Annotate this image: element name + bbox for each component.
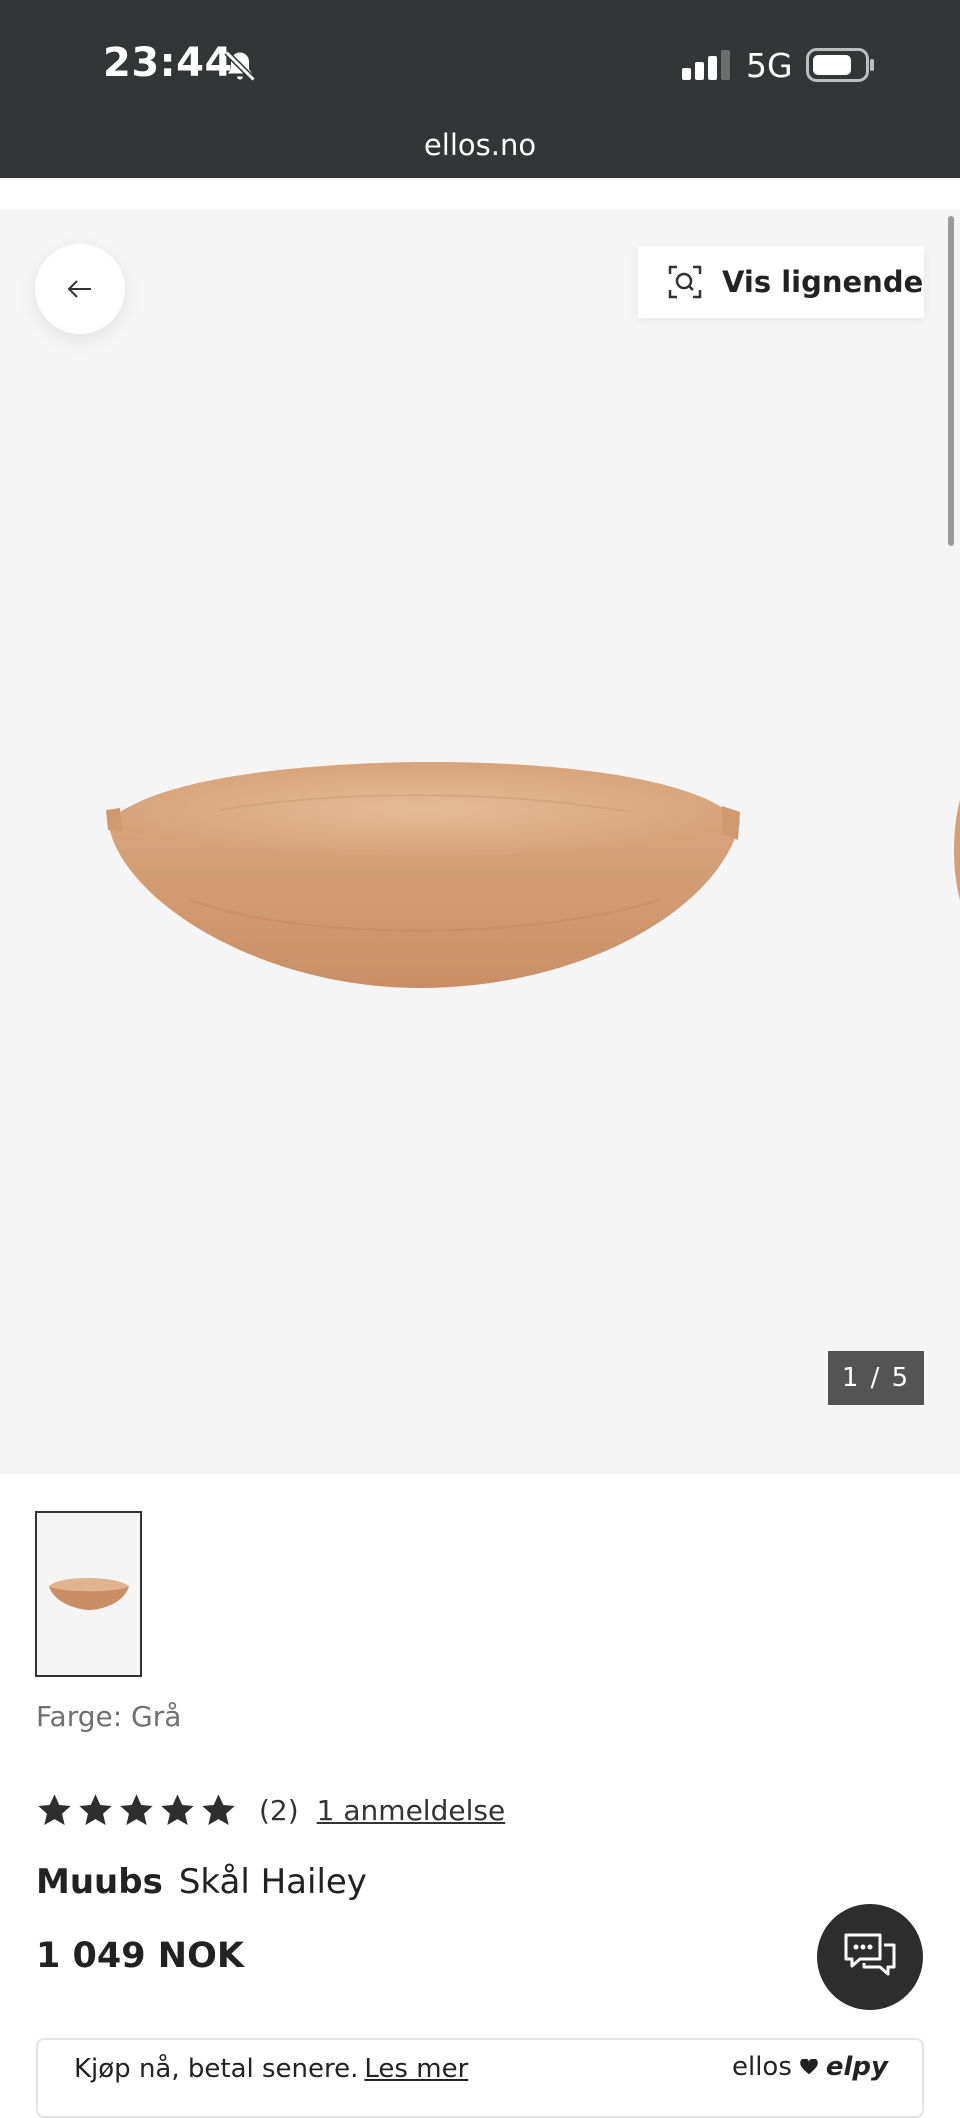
payment-tagline: Kjøp nå, betal senere. <box>74 2054 359 2084</box>
product-name: Skål Hailey <box>178 1862 367 1902</box>
show-similar-label: Vis lignende <box>722 265 924 299</box>
bell-muted-icon <box>224 50 256 82</box>
status-bar: 23:44 5G ellos.no <box>0 0 960 178</box>
signal-icon <box>682 50 730 80</box>
ellos-logo-text: ellos <box>731 2052 792 2082</box>
thumbnail-selected[interactable] <box>35 1511 142 1677</box>
show-similar-button[interactable]: Vis lignende <box>638 246 924 318</box>
rating-stars <box>36 1792 237 1829</box>
product-image <box>106 762 740 988</box>
star-icon <box>202 1793 235 1825</box>
network-type: 5G <box>746 46 793 85</box>
image-counter: 1 / 5 <box>828 1351 924 1405</box>
star-icon <box>120 1793 153 1825</box>
product-brand[interactable]: Muubs <box>36 1862 163 1902</box>
read-more-link[interactable]: Les mer <box>364 2054 468 2084</box>
back-button[interactable] <box>35 244 125 334</box>
chat-icon <box>844 1933 896 1976</box>
rating-count: (2) <box>259 1793 299 1827</box>
product-gallery[interactable]: Vis lignende 1 / 5 <box>0 210 960 1474</box>
elpy-logo-text: elpy <box>825 2052 888 2082</box>
color-label: Farge: Grå <box>36 1700 182 1733</box>
star-icon <box>161 1793 194 1825</box>
visual-search-icon <box>668 265 702 299</box>
arrow-left-icon <box>67 280 91 298</box>
product-title: Muubs Skål Hailey <box>36 1862 367 1902</box>
url-bar[interactable]: ellos.no <box>0 128 960 162</box>
rating-row: (2) 1 anmeldelse <box>36 1790 505 1830</box>
clock: 23:44 <box>103 40 233 86</box>
payment-banner: Kjøp nå, betal senere. Les mer ellos elpy <box>36 2038 924 2118</box>
chat-button[interactable] <box>817 1904 923 2010</box>
payment-text: Kjøp nå, betal senere. Les mer <box>74 2054 468 2084</box>
ellos-elpy-logo: ellos elpy <box>732 2052 888 2082</box>
next-image-peek <box>954 800 960 900</box>
battery-icon <box>806 48 874 82</box>
star-icon <box>38 1793 71 1825</box>
star-icon <box>79 1793 112 1825</box>
product-price: 1 049 NOK <box>36 1936 244 1976</box>
heart-icon <box>800 2059 818 2075</box>
thumbnail-image <box>48 1578 129 1610</box>
scrollbar[interactable] <box>948 216 954 546</box>
reviews-link[interactable]: 1 anmeldelse <box>317 1794 506 1827</box>
